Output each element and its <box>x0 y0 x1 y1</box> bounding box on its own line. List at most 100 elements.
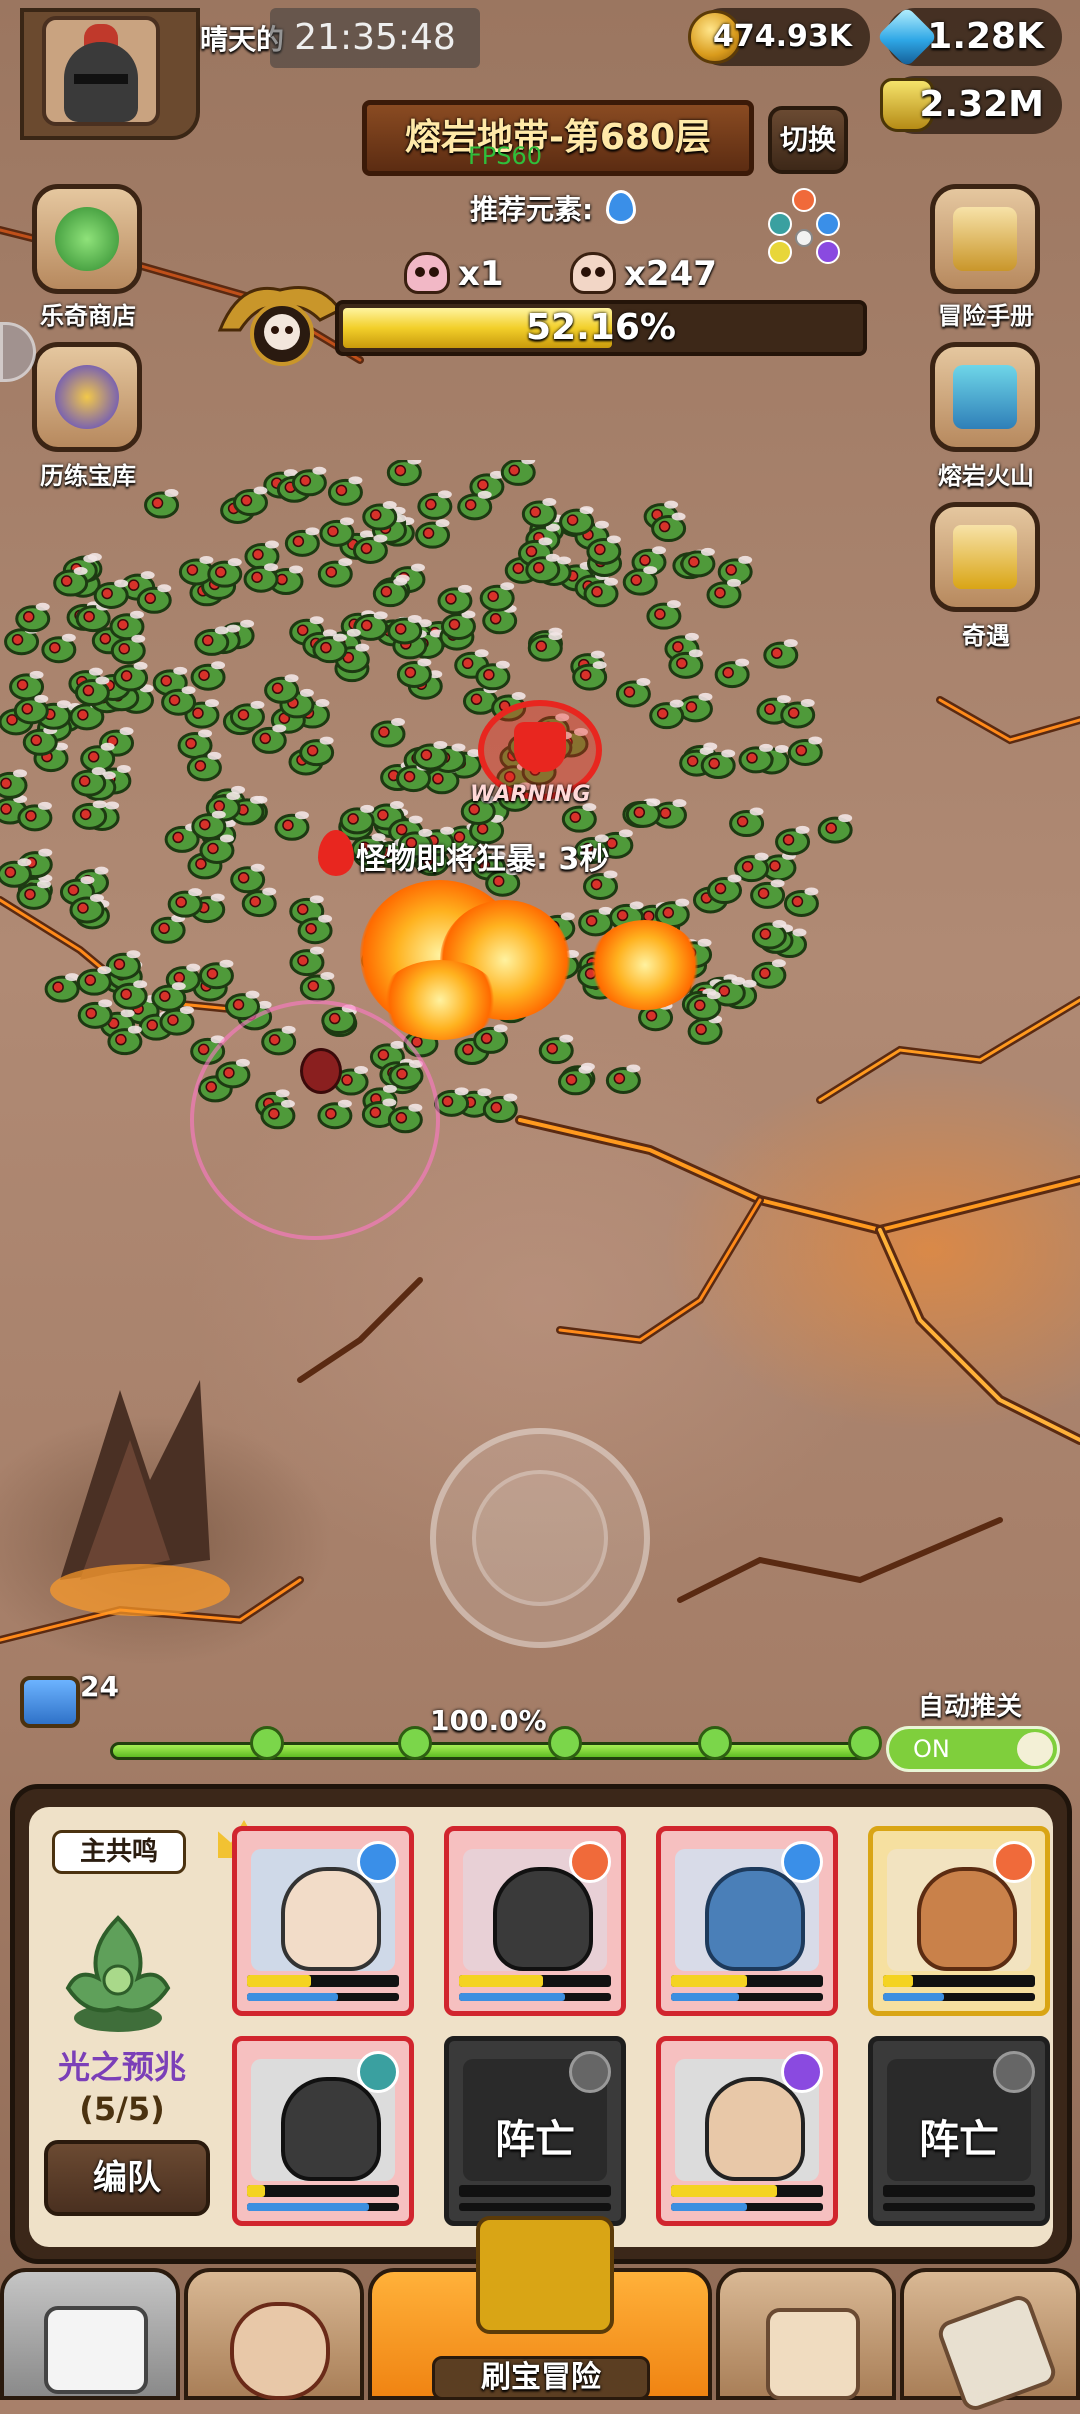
monster-sprite <box>317 558 353 588</box>
resonance-tag[interactable]: 主共鸣 <box>52 1830 186 1874</box>
flame-icon <box>318 830 354 876</box>
formation-button[interactable]: 编队 <box>44 2140 210 2216</box>
wave-progress-bar <box>110 1742 870 1760</box>
monster-sprite <box>232 486 268 517</box>
monster-sprite <box>0 769 28 799</box>
monster-skull-icon <box>570 252 616 294</box>
monster-sprite <box>274 811 310 841</box>
hero-hp-bar <box>883 1975 1035 1987</box>
gem-counter[interactable]: 1.28K <box>876 6 1062 68</box>
lucky-shop-button[interactable] <box>32 184 142 294</box>
monster-sprite <box>783 887 819 917</box>
auto-advance-toggle[interactable]: ON <box>886 1726 1060 1772</box>
nav-shop-tab[interactable] <box>0 2268 180 2400</box>
monster-sprite <box>144 489 180 519</box>
gold-counter[interactable]: 474.93K <box>688 8 870 66</box>
monster-sprite <box>521 498 557 528</box>
monster-sprite <box>372 577 408 608</box>
hero-card-6-dead[interactable]: 阵亡 <box>444 2036 626 2226</box>
hero-mp-bar <box>459 1993 611 2001</box>
monster-sprite <box>289 946 325 977</box>
monster-sprite <box>680 547 716 578</box>
wave-chest-count: 24 <box>80 1670 119 1703</box>
adventure-handbook-label: 冒险手册 <box>938 302 1034 330</box>
hero-face <box>705 1867 805 1971</box>
monster-sprite <box>362 501 398 531</box>
monster-sprite <box>207 558 243 588</box>
hero-mp-bar <box>671 2203 823 2211</box>
nav-backpack-tab[interactable] <box>716 2268 896 2400</box>
monster-sprite <box>44 973 80 1003</box>
monster-sprite <box>615 677 651 708</box>
nav-heroes-tab[interactable] <box>184 2268 364 2400</box>
encounter-label: 奇遇 <box>962 622 1010 650</box>
adventure-handbook-button[interactable] <box>930 184 1040 294</box>
vault-icon <box>55 365 119 429</box>
hero-card-2[interactable] <box>444 1826 626 2016</box>
monster-sprite <box>370 718 406 748</box>
monster-sprite <box>41 633 77 664</box>
hero-mp-bar <box>247 1993 399 2001</box>
switch-stage-button[interactable]: 切换 <box>768 106 848 174</box>
monster-sprite <box>194 626 230 656</box>
monster-sprite <box>387 614 423 645</box>
nav-forge-tab[interactable] <box>900 2268 1080 2414</box>
monster-sprite <box>775 825 811 856</box>
light-omen-emblem-icon <box>65 1915 171 2032</box>
key-icon <box>548 1726 582 1760</box>
virtual-joystick[interactable] <box>430 1428 650 1648</box>
monster-sprite <box>622 566 658 596</box>
player-avatar[interactable] <box>42 16 160 126</box>
hero-mp-bar <box>883 2203 1035 2211</box>
nav-adventure-label[interactable]: 刷宝冒险 <box>432 2356 650 2400</box>
rock-spire <box>50 1380 230 1616</box>
auto-advance-label: 自动推关 <box>918 1692 1023 1722</box>
monster-sprite <box>299 971 335 1002</box>
monster-sprite <box>500 460 536 486</box>
hero-card-3[interactable] <box>656 1826 838 2016</box>
hero-hp-bar <box>883 2185 1035 2197</box>
recommended-element-label: 推荐元素: <box>470 193 594 226</box>
hero-hp-bar <box>247 1975 399 1987</box>
hero-face <box>705 2077 805 2181</box>
boss-skull-icon <box>404 252 450 294</box>
hero-mp-bar <box>671 1993 823 2001</box>
wave-chest-icon[interactable] <box>20 1676 80 1728</box>
element-wheel-icon <box>768 188 840 264</box>
dead-label: 阵亡 <box>919 2117 999 2163</box>
lava-volcano-button[interactable] <box>930 342 1040 452</box>
hero-card-8-dead[interactable]: 阵亡 <box>868 2036 1050 2226</box>
hero-card-5[interactable] <box>232 2036 414 2226</box>
trial-vault-button[interactable] <box>32 342 142 452</box>
monster-sprite <box>559 506 595 536</box>
shop-icon <box>44 2306 148 2394</box>
hero-mp-bar <box>247 2203 399 2211</box>
monster-sprite <box>412 740 448 771</box>
wind-element-icon <box>357 2051 399 2093</box>
hero-card-4[interactable] <box>868 1826 1050 2016</box>
joystick-knob[interactable] <box>472 1470 608 1606</box>
monster-sprite <box>109 610 145 641</box>
hero-card-1[interactable] <box>232 1826 414 2016</box>
light-element-icon <box>993 2051 1035 2093</box>
monster-sprite <box>561 803 597 833</box>
monster-sprite <box>817 814 853 844</box>
formation-name: 光之预兆 <box>57 2048 186 2086</box>
monster-sprite <box>714 658 750 689</box>
key-icon <box>848 1726 882 1760</box>
monster-sprite <box>750 879 786 909</box>
monster-sprite <box>677 692 713 723</box>
dark-element-icon <box>781 2051 823 2093</box>
monster-sprite <box>734 852 770 883</box>
hero-hp-bar <box>459 1975 611 1987</box>
gem-value: 1.28K <box>927 16 1044 57</box>
toggle-knob <box>1017 1732 1053 1766</box>
hero-card-7[interactable] <box>656 2036 838 2226</box>
monster-sprite <box>150 914 186 944</box>
potion-counter[interactable]: 2.32M <box>880 76 1062 134</box>
encounter-button[interactable] <box>930 502 1040 612</box>
hero-hp-bar <box>459 2185 611 2197</box>
monster-sprite <box>76 966 112 996</box>
monster-sprite <box>327 476 363 506</box>
monster-sprite <box>72 800 108 830</box>
